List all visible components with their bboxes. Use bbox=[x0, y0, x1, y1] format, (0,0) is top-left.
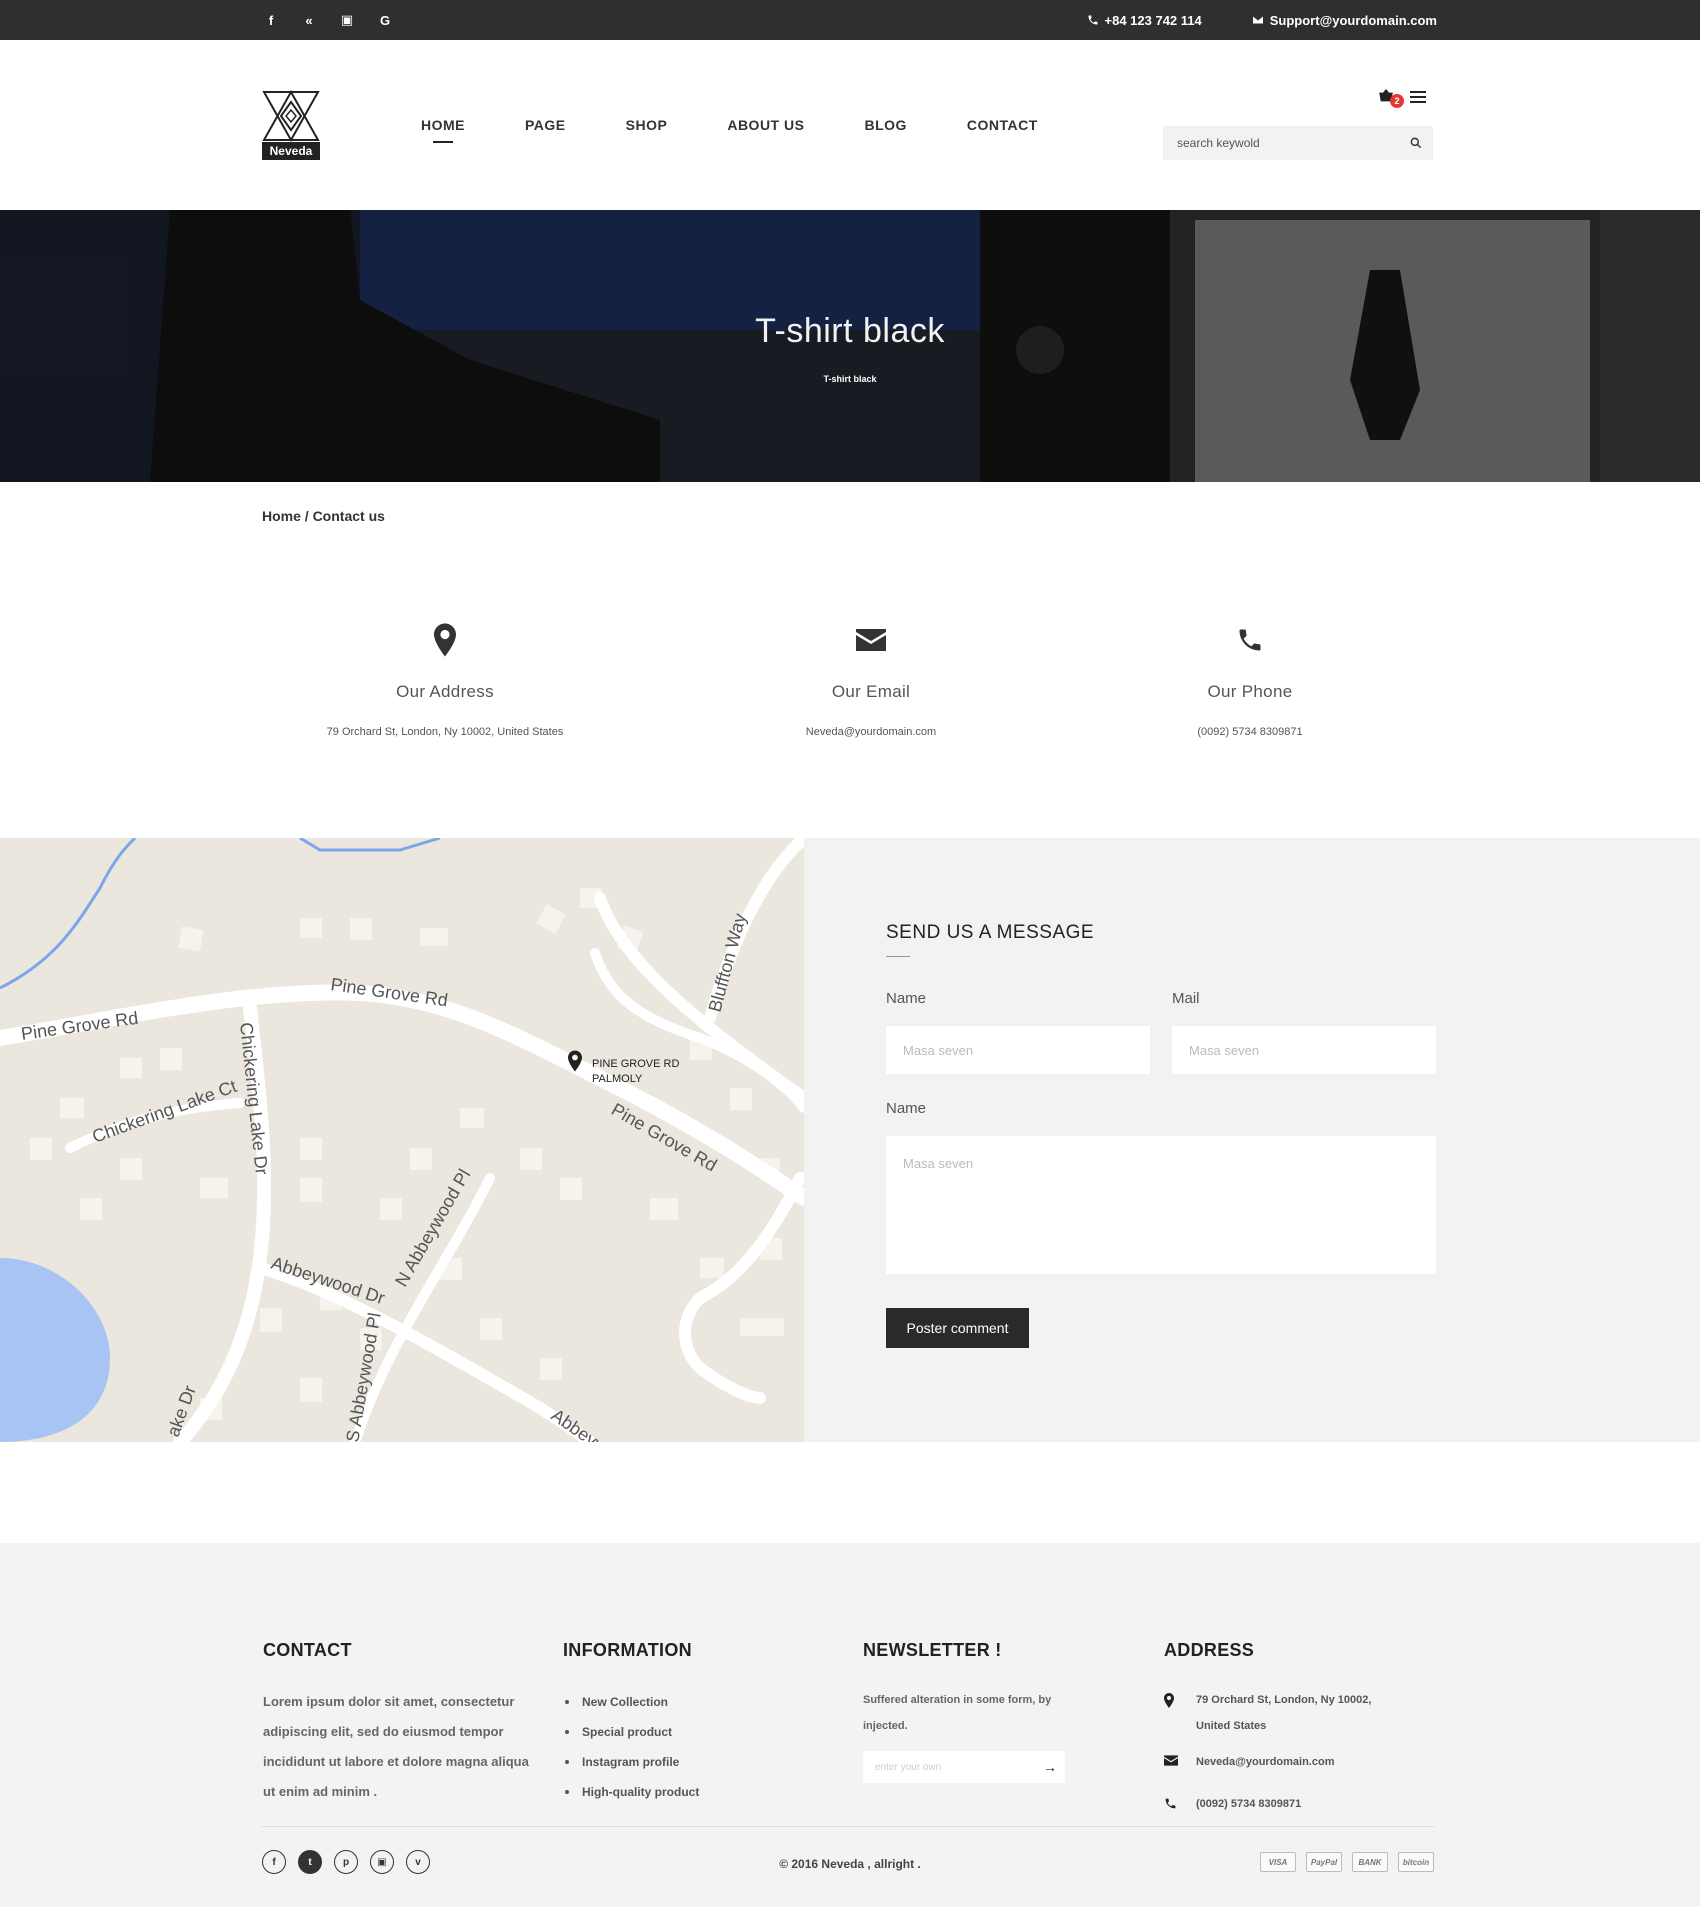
nav-page[interactable]: PAGE bbox=[525, 117, 566, 133]
map-marker-icon[interactable] bbox=[568, 1050, 582, 1072]
facebook-icon[interactable]: f bbox=[263, 13, 279, 28]
info-email-title: Our Email bbox=[831, 682, 911, 701]
top-contact: +84 123 742 114 Support@yourdomain.com bbox=[1087, 0, 1437, 40]
info-phone: Our Phone (0092) 5734 8309871 bbox=[1090, 620, 1410, 738]
envelope-icon bbox=[1252, 16, 1263, 24]
bank-transfer-icon: BANK bbox=[1352, 1852, 1388, 1872]
arrow-right-icon[interactable]: → bbox=[1043, 1759, 1057, 1775]
mail-field[interactable] bbox=[1172, 1026, 1436, 1074]
logo[interactable]: Neveda bbox=[262, 89, 320, 160]
form-title-rule bbox=[886, 956, 910, 957]
message-label: Name bbox=[886, 1100, 927, 1117]
phone-icon bbox=[1165, 1798, 1176, 1809]
footer-email-row: Neveda@yourdomain.com bbox=[1164, 1749, 1404, 1775]
info-phone-title: Our Phone bbox=[1207, 682, 1293, 701]
mail-label: Mail bbox=[1172, 990, 1200, 1007]
top-email[interactable]: Support@yourdomain.com bbox=[1252, 13, 1437, 28]
footer-link-high-quality-product[interactable]: High-quality product bbox=[563, 1777, 699, 1807]
search-icon[interactable] bbox=[1409, 136, 1423, 150]
visa-icon: VISA bbox=[1260, 1852, 1296, 1872]
footer-divider bbox=[262, 1826, 1434, 1827]
map-marker-icon bbox=[434, 623, 456, 657]
footer-newsletter-title: NEWSLETTER ! bbox=[863, 1640, 1002, 1660]
map-marker-label: PINE GROVE RD PALMOLY bbox=[592, 1057, 679, 1087]
top-social-links: f « ▣ G bbox=[263, 0, 393, 40]
newsletter-email-input[interactable] bbox=[863, 1751, 1033, 1783]
info-address: Our Address 79 Orchard St, London, Ny 10… bbox=[285, 620, 605, 738]
top-bar: f « ▣ G +84 123 742 114 Support@yourdoma… bbox=[0, 0, 1700, 40]
footer-information-list: New Collection Special product Instagram… bbox=[563, 1687, 699, 1807]
hero-banner: T-shirt black T-shirt black bbox=[0, 210, 1700, 482]
map-canvas: Pine Grove Rd Pine Grove Rd Pine Grove R… bbox=[0, 838, 804, 1442]
footer-address-row: 79 Orchard St, London, Ny 10002, United … bbox=[1164, 1687, 1404, 1739]
footer-contact: CONTACT Lorem ipsum dolor sit amet, cons… bbox=[263, 1640, 533, 1807]
top-phone[interactable]: +84 123 742 114 bbox=[1087, 13, 1202, 28]
search-box bbox=[1163, 126, 1433, 160]
map-marker-label-line-1: PINE GROVE RD bbox=[592, 1058, 680, 1070]
envelope-icon bbox=[856, 629, 886, 651]
footer-link-special-product[interactable]: Special product bbox=[563, 1717, 699, 1747]
footer-newsletter: NEWSLETTER ! Suffered alteration in some… bbox=[863, 1640, 1073, 1783]
breadcrumb[interactable]: Home / Contact us bbox=[262, 508, 385, 524]
bitcoin-icon: bitcoin bbox=[1398, 1852, 1434, 1872]
name-field[interactable] bbox=[886, 1026, 1150, 1074]
hero-title: T-shirt black bbox=[755, 312, 945, 350]
site-header: Neveda HOME PAGE SHOP ABOUT US BLOG CONT… bbox=[0, 40, 1700, 210]
footer-information-title: INFORMATION bbox=[563, 1640, 692, 1660]
header-tools: 2 bbox=[1378, 88, 1426, 108]
copyright: © 2016 Neveda , allright . bbox=[779, 1857, 921, 1871]
footer-email-text[interactable]: Neveda@yourdomain.com bbox=[1196, 1756, 1334, 1768]
map-marker-label-line-2: PALMOLY bbox=[592, 1073, 643, 1085]
info-address-title: Our Address bbox=[396, 682, 494, 701]
footer-address-text: 79 Orchard St, London, Ny 10002, United … bbox=[1196, 1694, 1372, 1732]
footer-contact-text: Lorem ipsum dolor sit amet, consectetur … bbox=[263, 1694, 529, 1799]
form-title: SEND US A MESSAGE bbox=[886, 922, 1095, 943]
top-phone-text: +84 123 742 114 bbox=[1104, 12, 1202, 28]
footer-contact-title: CONTACT bbox=[263, 1640, 352, 1660]
footer-phone-row: (0092) 5734 8309871 bbox=[1164, 1791, 1404, 1817]
info-email-value[interactable]: Neveda@yourdomain.com bbox=[711, 726, 1031, 738]
logo-mark-icon bbox=[262, 89, 320, 143]
nav-blog[interactable]: BLOG bbox=[864, 117, 906, 133]
google-icon[interactable]: G bbox=[377, 13, 393, 28]
info-address-value: 79 Orchard St, London, Ny 10002, United … bbox=[326, 726, 564, 738]
envelope-icon bbox=[1164, 1755, 1178, 1766]
map-marker-icon bbox=[1164, 1693, 1174, 1708]
info-phone-value[interactable]: (0092) 5734 8309871 bbox=[1090, 726, 1410, 738]
cart-count-badge: 2 bbox=[1390, 94, 1404, 108]
search-input[interactable] bbox=[1163, 126, 1393, 160]
nav-contact[interactable]: CONTACT bbox=[967, 117, 1038, 133]
twitter-icon[interactable]: « bbox=[301, 13, 317, 28]
footer-address: ADDRESS 79 Orchard St, London, Ny 10002,… bbox=[1164, 1640, 1404, 1817]
instagram-icon[interactable]: ▣ bbox=[339, 12, 355, 28]
main-nav: HOME PAGE SHOP ABOUT US BLOG CONTACT bbox=[421, 40, 1098, 210]
nav-shop[interactable]: SHOP bbox=[626, 117, 668, 133]
nav-about-us[interactable]: ABOUT US bbox=[727, 117, 804, 133]
footer-address-title: ADDRESS bbox=[1164, 1640, 1255, 1660]
hero-subtitle: T-shirt black bbox=[823, 374, 877, 384]
phone-icon bbox=[1088, 15, 1097, 25]
contact-form-panel: SEND US A MESSAGE Name Mail Name Poster … bbox=[804, 838, 1700, 1442]
footer-link-instagram-profile[interactable]: Instagram profile bbox=[563, 1747, 699, 1777]
logo-text: Neveda bbox=[262, 142, 320, 160]
phone-icon bbox=[1239, 629, 1261, 651]
name-label: Name bbox=[886, 990, 927, 1007]
footer-link-new-collection[interactable]: New Collection bbox=[563, 1687, 699, 1717]
cart-button[interactable]: 2 bbox=[1378, 88, 1404, 108]
site-footer: CONTACT Lorem ipsum dolor sit amet, cons… bbox=[0, 1543, 1700, 1907]
location-map[interactable]: Pine Grove Rd Pine Grove Rd Pine Grove R… bbox=[0, 838, 804, 1442]
footer-information: INFORMATION New Collection Special produ… bbox=[563, 1640, 699, 1807]
submit-comment-button[interactable]: Poster comment bbox=[886, 1308, 1029, 1348]
message-field[interactable] bbox=[886, 1136, 1436, 1274]
footer-phone-text[interactable]: (0092) 5734 8309871 bbox=[1196, 1798, 1301, 1810]
footer-newsletter-text: Suffered alteration in some form, by inj… bbox=[863, 1694, 1052, 1732]
info-email: Our Email Neveda@yourdomain.com bbox=[711, 620, 1031, 738]
hamburger-menu-icon[interactable] bbox=[1410, 91, 1426, 103]
top-email-text: Support@yourdomain.com bbox=[1269, 12, 1437, 28]
paypal-icon: PayPal bbox=[1306, 1852, 1342, 1872]
payment-methods: VISA PayPal BANK bitcoin bbox=[1260, 1852, 1434, 1872]
nav-home[interactable]: HOME bbox=[421, 117, 465, 133]
newsletter-form: → bbox=[863, 1751, 1065, 1783]
